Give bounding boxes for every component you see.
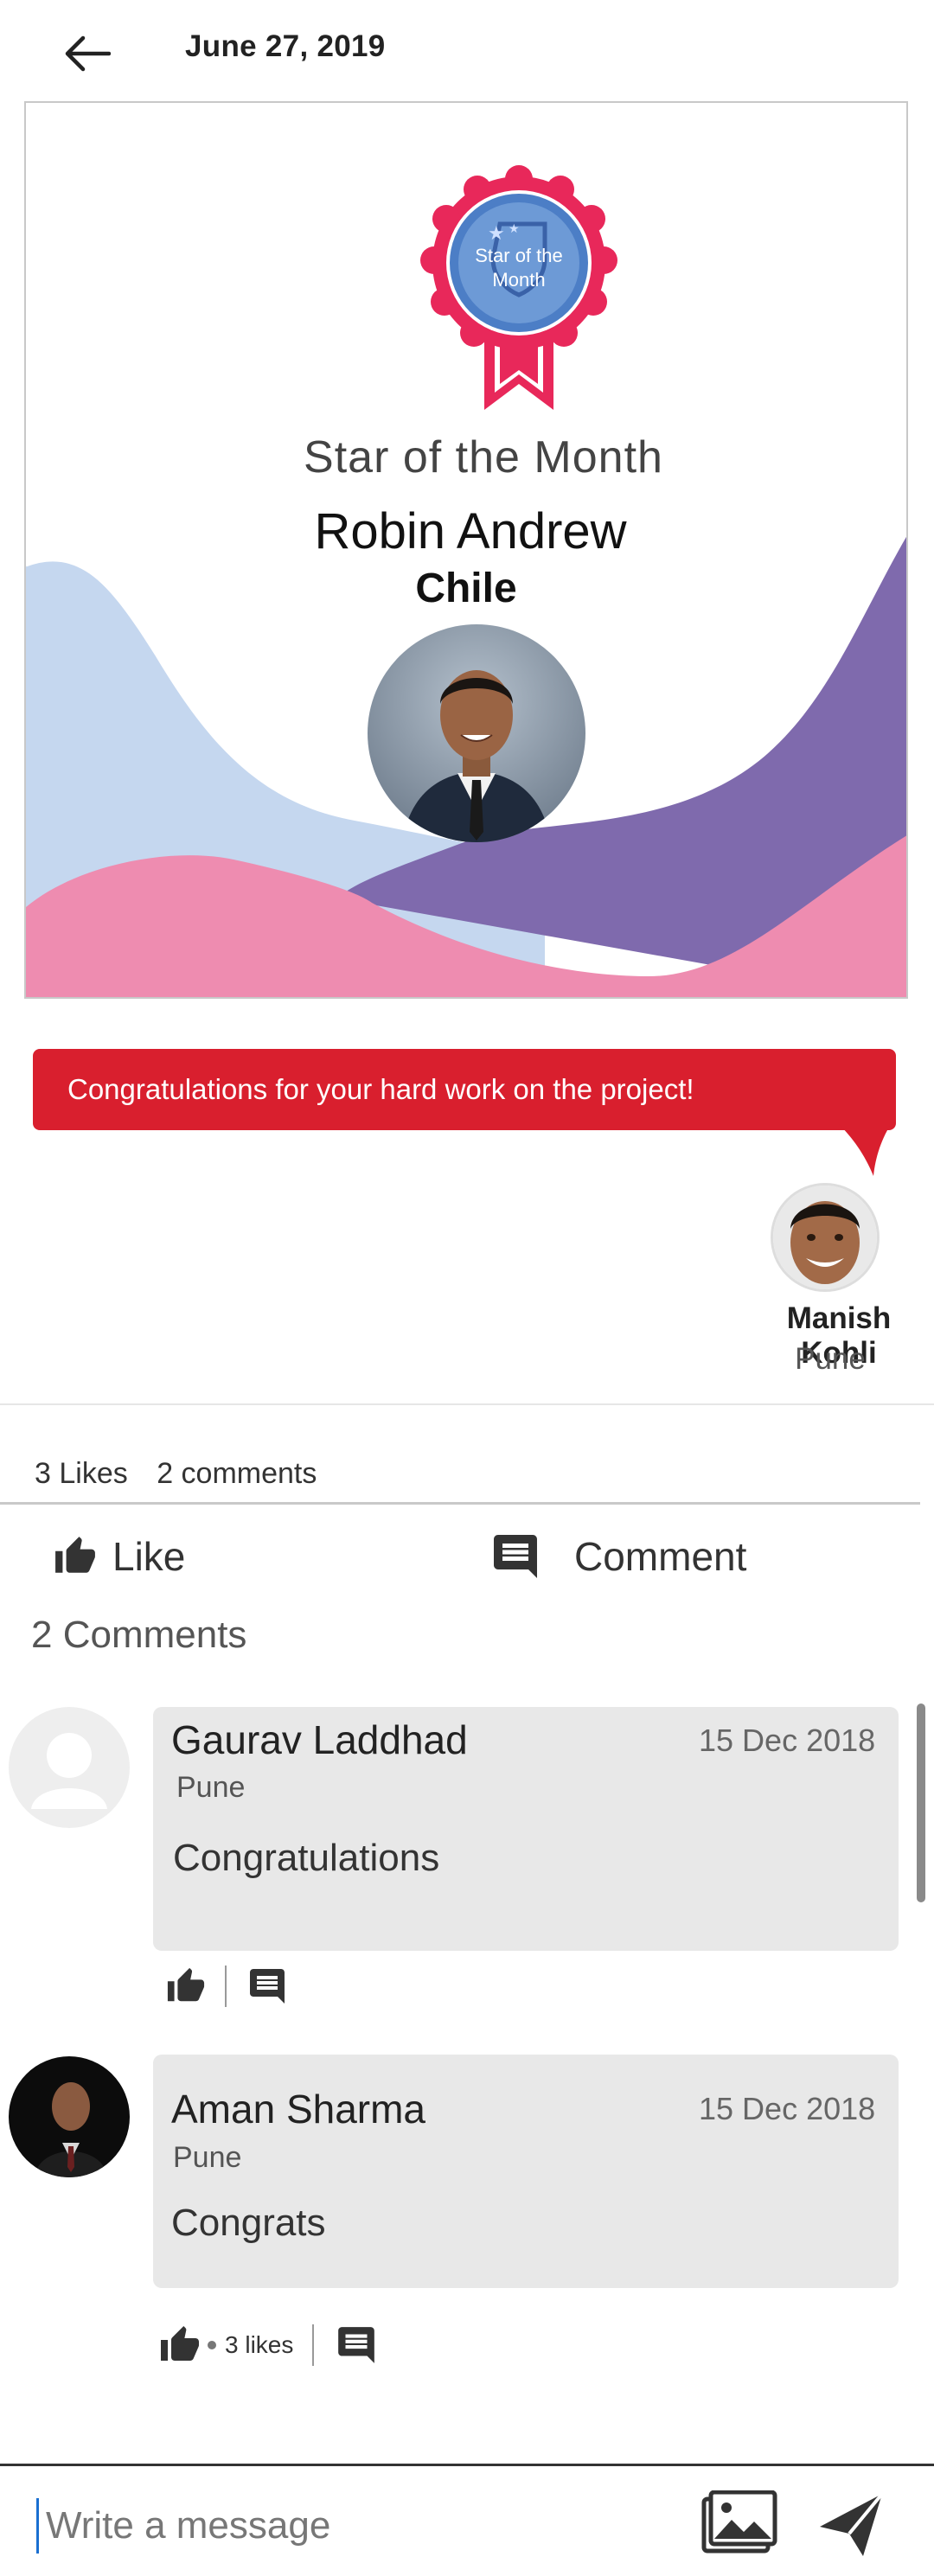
bubble-tail <box>839 1124 891 1176</box>
comment-icon <box>494 1535 537 1578</box>
comment-date: 15 Dec 2018 <box>699 1723 876 1758</box>
action-separator <box>225 1966 227 2007</box>
send-icon <box>820 2492 884 2556</box>
sender-avatar[interactable] <box>771 1183 880 1292</box>
reply-icon[interactable] <box>333 2324 380 2367</box>
like-button[interactable]: Like <box>54 1526 185 1587</box>
message-input[interactable] <box>36 2498 688 2554</box>
award-card: ★ ★ Star of the Month Star of the Month … <box>24 101 908 999</box>
reply-icon[interactable] <box>246 1966 289 2007</box>
comments-heading: 2 Comments <box>31 1614 247 1656</box>
likes-count[interactable]: 3 Likes <box>35 1457 128 1490</box>
award-badge-icon: ★ ★ Star of the Month <box>420 165 617 410</box>
comment-likes-count[interactable]: 3 likes <box>225 2331 293 2359</box>
svg-text:★: ★ <box>488 222 505 244</box>
commenter-location: Pune <box>176 1771 246 1804</box>
svg-text:Month: Month <box>492 269 545 291</box>
comment-text: Congratulations <box>173 1837 440 1879</box>
sender-location: Pune <box>795 1342 866 1376</box>
awardee-location: Chile <box>415 566 517 611</box>
action-separator <box>312 2324 315 2366</box>
comments-count-link[interactable]: 2 comments <box>157 1457 317 1490</box>
comment-actions <box>166 1965 289 2008</box>
commenter-avatar[interactable] <box>9 2056 130 2177</box>
scrollbar[interactable] <box>917 1703 925 1902</box>
send-button[interactable] <box>813 2487 891 2561</box>
back-button[interactable] <box>52 19 121 88</box>
thumbs-up-icon[interactable] <box>166 1966 206 2006</box>
svg-text:Star of the: Star of the <box>475 245 563 266</box>
page-title: June 27, 2019 <box>185 29 386 63</box>
commenter-name: Aman Sharma <box>171 2087 426 2132</box>
image-icon <box>701 2490 777 2554</box>
awardee-photo <box>368 624 585 842</box>
commenter-location: Pune <box>173 2141 242 2174</box>
awardee-name: Robin Andrew <box>314 503 627 559</box>
message-text: Congratulations for your hard work on th… <box>67 1073 694 1105</box>
comment-actions: 3 likes <box>159 2321 380 2369</box>
attach-image-button[interactable] <box>700 2490 778 2558</box>
thumbs-up-icon <box>55 1537 95 1573</box>
comment-button[interactable]: Comment <box>488 1526 746 1587</box>
post-stats: 3 Likes 2 comments <box>35 1457 337 1491</box>
commenter-name: Gaurav Laddhad <box>171 1717 468 1762</box>
arrow-left-icon <box>65 35 111 72</box>
like-label: Like <box>112 1534 186 1579</box>
comment-date: 15 Dec 2018 <box>699 2091 876 2126</box>
comment-label: Comment <box>574 1534 747 1579</box>
commenter-avatar[interactable] <box>9 1707 130 1828</box>
award-title: Star of the Month <box>304 432 663 483</box>
svg-text:★: ★ <box>509 221 520 235</box>
divider <box>0 1502 920 1505</box>
comment-text: Congrats <box>171 2202 326 2244</box>
dot-separator <box>208 2341 216 2349</box>
divider <box>0 1403 934 1405</box>
thumbs-up-icon[interactable] <box>159 2324 201 2366</box>
